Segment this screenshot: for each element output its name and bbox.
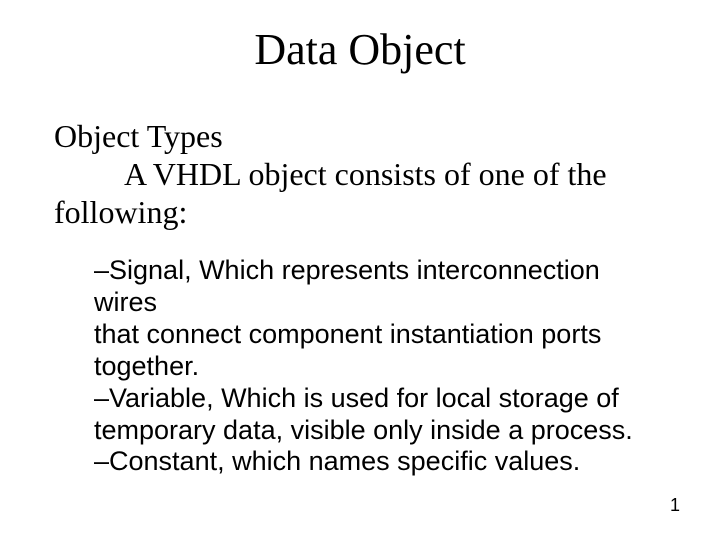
bullet-list: –Signal, Which represents interconnectio… [94,255,646,478]
body-text: Object Types A VHDL object consists of o… [54,118,666,478]
page-title: Data Object [0,24,720,75]
intro-text-2: A VHDL object consists of one of the [124,156,607,192]
bullet-1-line-1: –Signal, Which represents interconnectio… [94,255,646,319]
intro-line-3: following: [54,194,666,232]
bullet-2-line-1: –Variable, Which is used for local stora… [94,383,646,415]
bullet-1-line-3: together. [94,351,646,383]
bullet-2-line-2: temporary data, visible only inside a pr… [94,415,646,447]
page-number: 1 [670,495,680,516]
bullet-1-line-2: that connect component instantiation por… [94,319,646,351]
intro-line-2: A VHDL object consists of one of the [54,156,666,194]
subheading: Object Types [54,118,666,156]
slide: Data Object Object Types A VHDL object c… [0,0,720,540]
bullet-3-line-1: –Constant, which names specific values. [94,446,646,478]
